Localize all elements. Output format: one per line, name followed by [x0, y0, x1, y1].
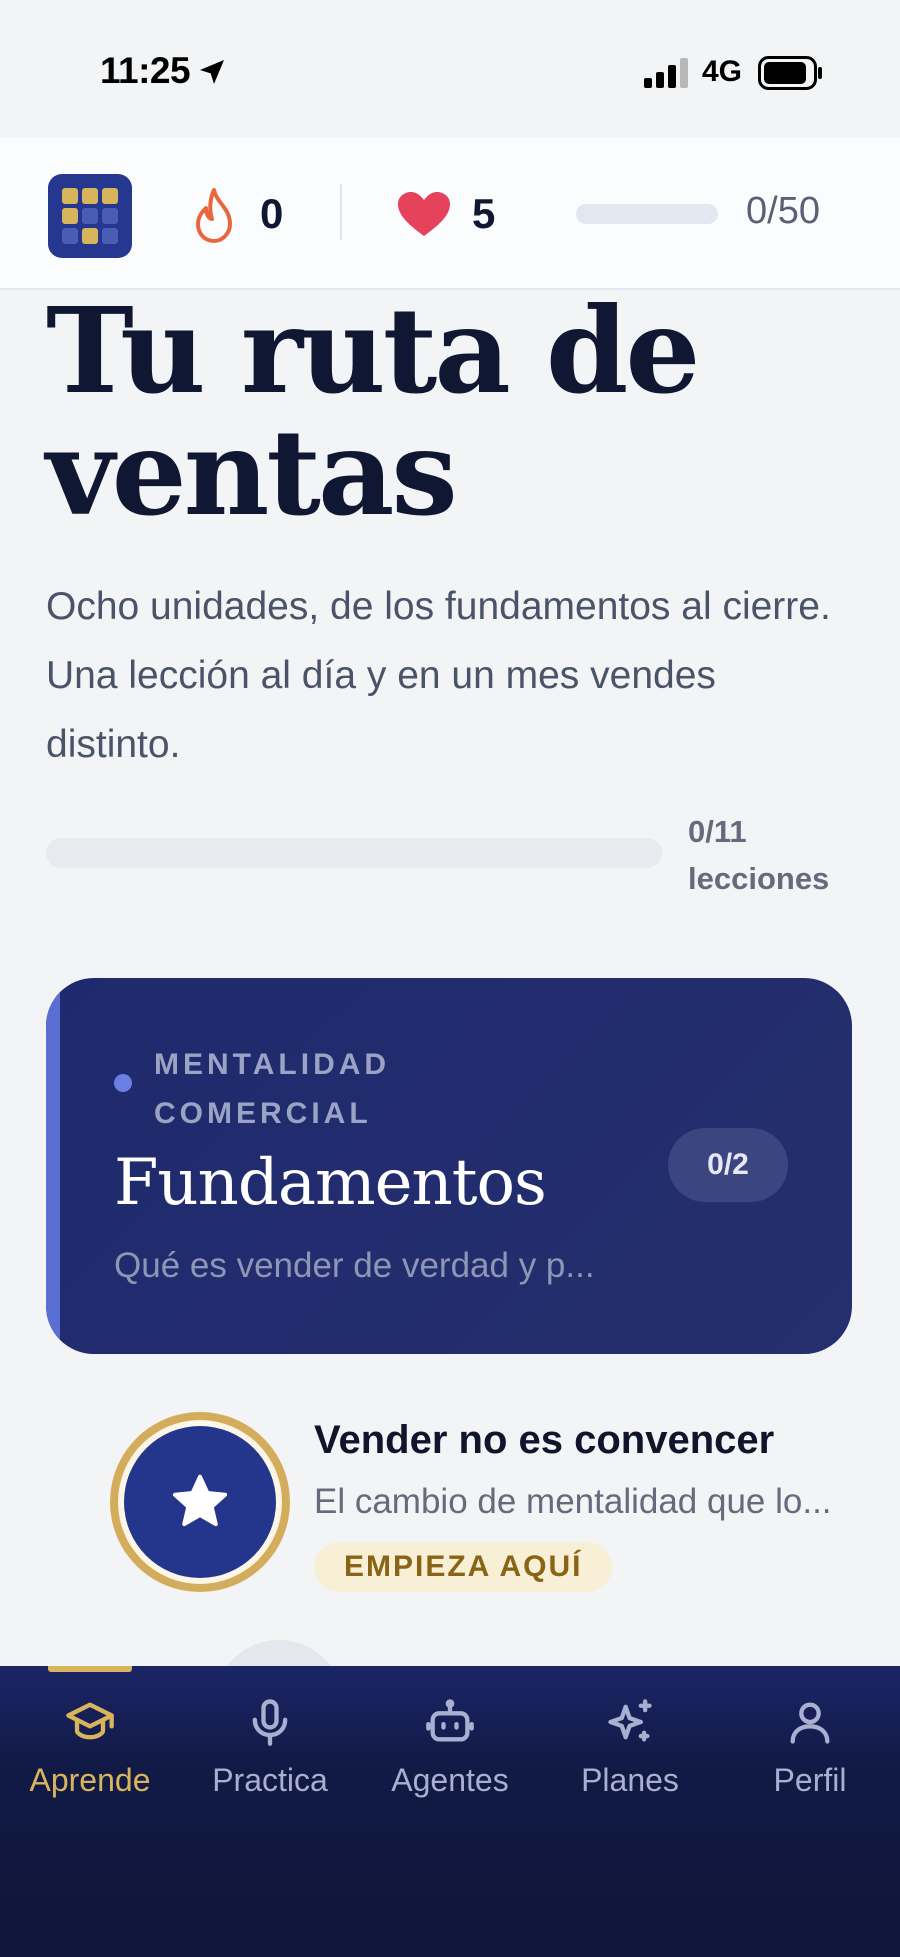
page-title: Tu ruta de ventas [46, 281, 700, 542]
stat-divider [340, 184, 342, 240]
nav-label: Agentes [391, 1762, 509, 1798]
xp-progress-bar [576, 204, 718, 224]
nav-item-aprende[interactable]: Aprende [0, 1696, 180, 1816]
unit-title: Fundamentos [114, 1146, 547, 1220]
app-logo[interactable] [48, 174, 132, 258]
robot-icon [426, 1699, 474, 1742]
location-arrow-icon [200, 60, 224, 84]
lessons-progress-count: 0/11 lecciones [688, 814, 830, 896]
bottom-navigation: Aprende Practica Agentes Planes Perfil [0, 1666, 900, 1957]
status-bar: 11:25 4G [0, 0, 900, 138]
nav-label: Aprende [29, 1762, 151, 1798]
unit-card-fundamentos[interactable]: MENTALIDAD COMERCIAL Fundamentos Qué es … [46, 978, 852, 1354]
streak-count: 0 [260, 190, 284, 237]
network-type: 4G [702, 55, 743, 88]
unit-category: MENTALIDAD COMERCIAL [154, 1048, 391, 1130]
heart-icon [398, 192, 450, 236]
microphone-icon [252, 1699, 288, 1746]
page-subtitle: Ocho unidades, de los fundamentos al cie… [46, 585, 831, 766]
unit-progress-badge: 0/2 [668, 1128, 788, 1202]
start-here-badge[interactable]: EMPIEZA AQUÍ [314, 1542, 613, 1592]
unit-description: Qué es vender de verdad y p... [114, 1246, 595, 1285]
nav-item-practica[interactable]: Practica [180, 1696, 360, 1816]
nav-active-indicator [48, 1666, 132, 1672]
star-icon [172, 1474, 228, 1527]
route-progress-bar [46, 838, 662, 868]
nav-item-agentes[interactable]: Agentes [360, 1696, 540, 1816]
status-time: 11:25 [100, 50, 191, 91]
graduation-cap-icon [66, 1702, 114, 1740]
nav-item-planes[interactable]: Planes [540, 1696, 720, 1816]
flame-icon [196, 188, 232, 243]
nav-item-perfil[interactable]: Perfil [720, 1696, 900, 1816]
top-stats-bar: 0 5 0/50 [0, 138, 900, 290]
sparkles-icon [608, 1699, 652, 1742]
lesson-node[interactable] [110, 1412, 290, 1592]
battery-icon [758, 56, 822, 90]
nav-label: Perfil [773, 1762, 847, 1798]
cellular-signal-icon [644, 58, 688, 88]
unit-status-dot [114, 1074, 132, 1092]
nav-label: Practica [212, 1762, 328, 1798]
xp-count: 0/50 [746, 190, 820, 232]
lesson-description: El cambio de mentalidad que lo... [314, 1482, 832, 1521]
user-icon [790, 1702, 830, 1744]
nav-label: Planes [581, 1762, 679, 1798]
unit-accent-bar [46, 978, 60, 1354]
lesson-title[interactable]: Vender no es convencer [314, 1418, 774, 1463]
lives-count: 5 [472, 190, 496, 237]
